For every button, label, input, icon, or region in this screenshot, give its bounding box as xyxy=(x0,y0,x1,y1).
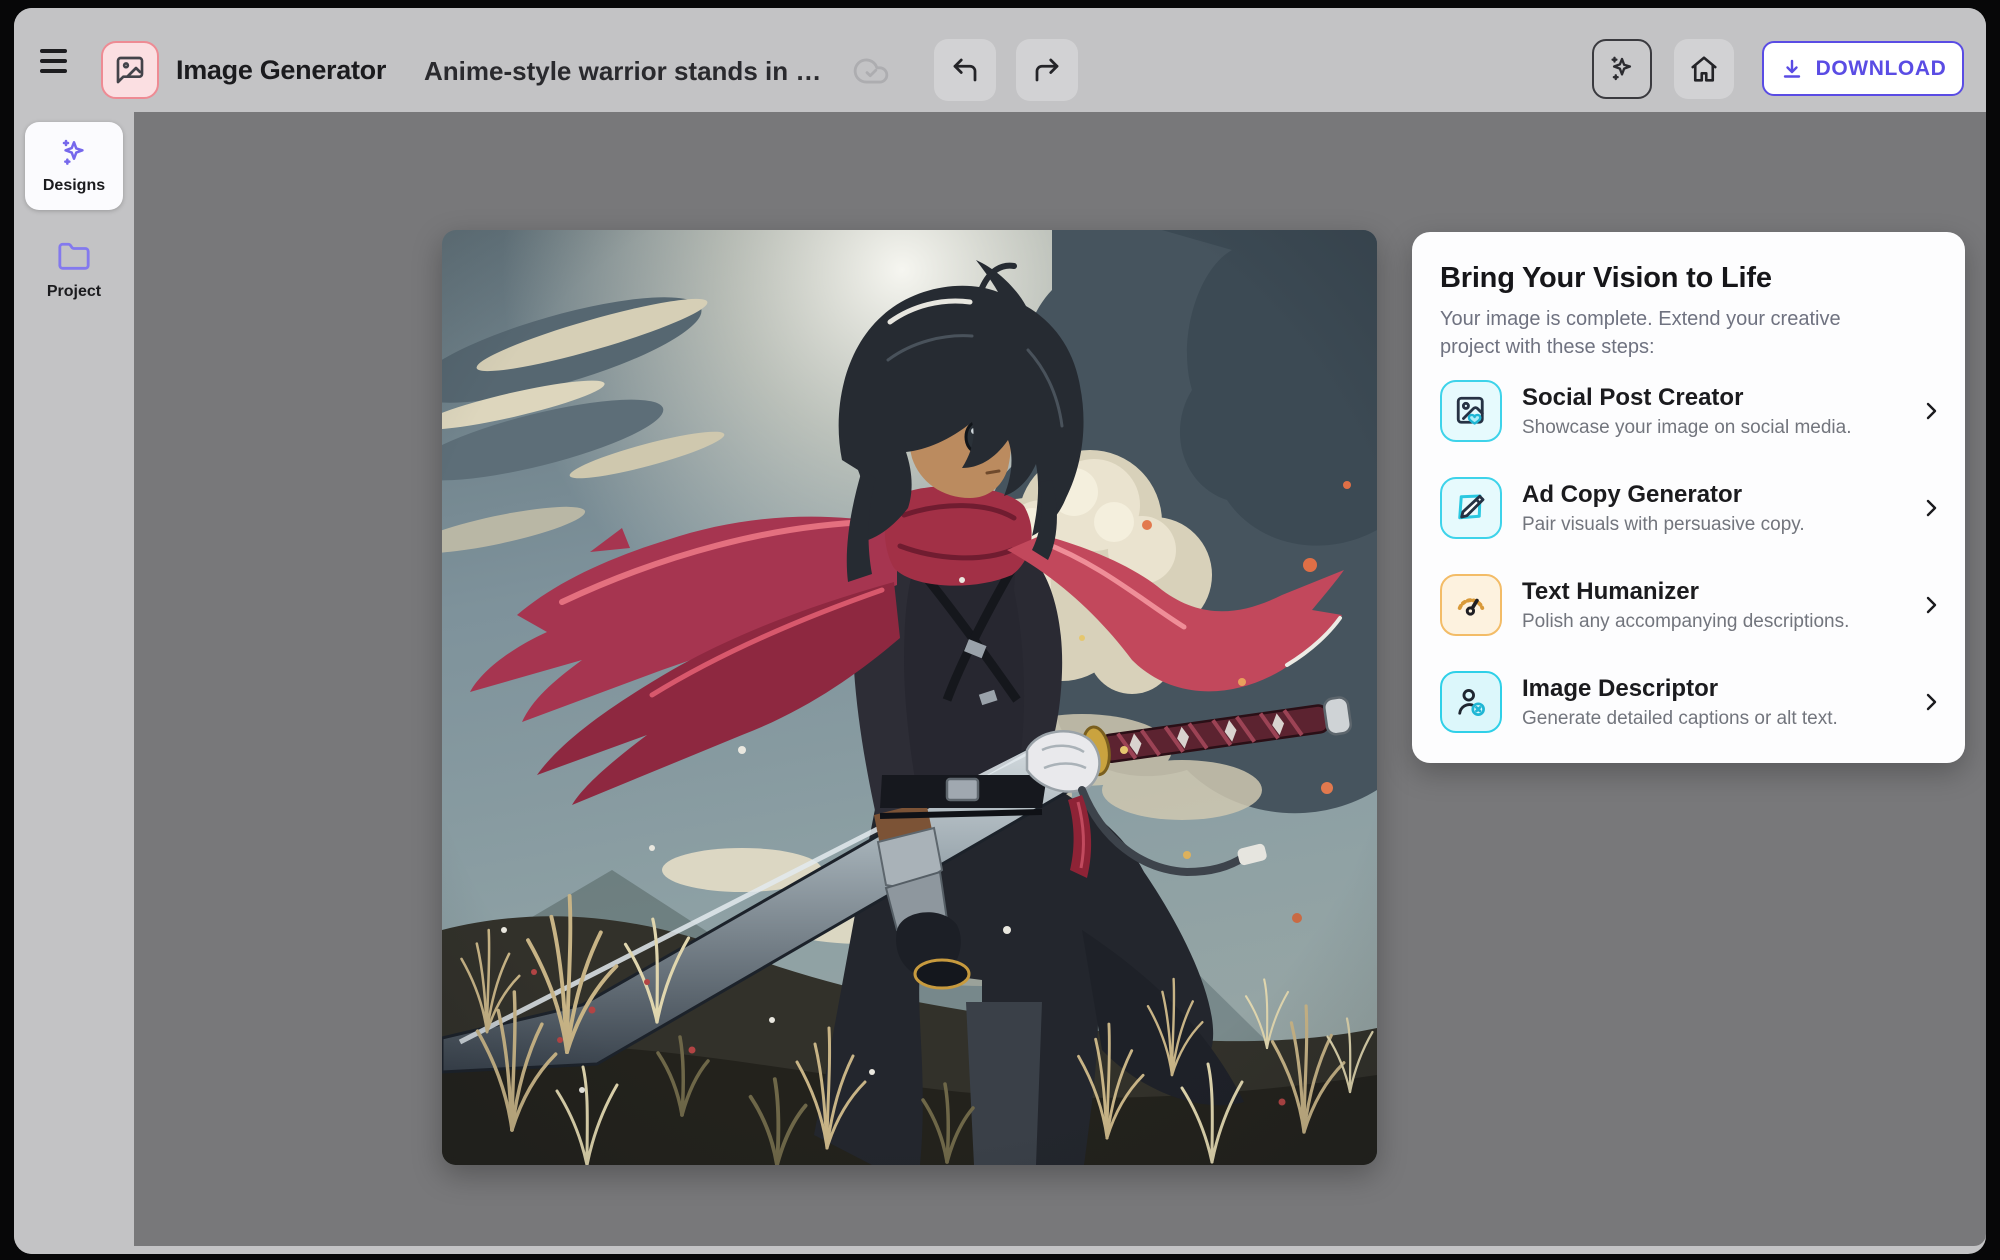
undo-icon xyxy=(950,55,980,85)
chevron-right-icon xyxy=(1919,399,1943,423)
panel-subtitle: Your image is complete. Extend your crea… xyxy=(1440,305,1900,361)
folder-icon xyxy=(57,240,91,274)
panel-item-title: Social Post Creator xyxy=(1522,384,1911,412)
panel-list: Social Post Creator Showcase your image … xyxy=(1440,380,1943,768)
screen: Image Generator Anime-style warrior stan… xyxy=(0,0,2000,1260)
app-logo[interactable] xyxy=(101,41,159,99)
next-steps-panel: Bring Your Vision to Life Your image is … xyxy=(1412,232,1965,763)
topbar: Image Generator Anime-style warrior stan… xyxy=(14,8,1986,112)
sidebar-item-project[interactable]: Project xyxy=(14,240,134,301)
chevron-right-icon xyxy=(1919,593,1943,617)
menu-icon xyxy=(40,49,67,53)
redo-icon xyxy=(1032,55,1062,85)
generated-image[interactable] xyxy=(442,230,1377,1165)
page-title: Image Generator xyxy=(176,55,386,86)
sidebar-item-label: Project xyxy=(14,283,134,301)
undo-button[interactable] xyxy=(934,39,996,101)
sidebar-item-designs[interactable]: Designs xyxy=(25,122,123,210)
home-icon xyxy=(1689,54,1719,84)
panel-item-description: Generate detailed captions or alt text. xyxy=(1522,708,1911,730)
redo-button[interactable] xyxy=(1016,39,1078,101)
gauge-icon xyxy=(1440,574,1502,636)
chevron-right-icon xyxy=(1919,496,1943,520)
image-heart-icon xyxy=(1440,380,1502,442)
app-window: Image Generator Anime-style warrior stan… xyxy=(14,8,1986,1254)
sidebar: Designs Project xyxy=(14,112,134,1254)
download-button[interactable]: DOWNLOAD xyxy=(1762,41,1964,96)
panel-item-text-humanizer[interactable]: Text Humanizer Polish any accompanying d… xyxy=(1440,574,1943,636)
sidebar-item-label: Designs xyxy=(43,177,105,195)
download-icon xyxy=(1780,57,1804,81)
panel-title: Bring Your Vision to Life xyxy=(1440,262,1939,295)
panel-item-description: Polish any accompanying descriptions. xyxy=(1522,611,1911,633)
ai-tools-button[interactable] xyxy=(1592,39,1652,99)
editor-canvas: Bring Your Vision to Life Your image is … xyxy=(134,112,1986,1246)
panel-item-ad-copy-generator[interactable]: Ad Copy Generator Pair visuals with pers… xyxy=(1440,477,1943,539)
message-image-icon xyxy=(114,54,146,86)
panel-item-description: Pair visuals with persuasive copy. xyxy=(1522,514,1911,536)
cloud-check-icon xyxy=(852,52,890,90)
panel-item-title: Image Descriptor xyxy=(1522,675,1911,703)
panel-item-title: Text Humanizer xyxy=(1522,578,1911,606)
panel-item-description: Showcase your image on social media. xyxy=(1522,417,1911,439)
pencil-square-icon xyxy=(1440,477,1502,539)
user-badge-icon xyxy=(1440,671,1502,733)
home-button[interactable] xyxy=(1674,39,1734,99)
sparkles-icon xyxy=(58,137,90,169)
prompt-title[interactable]: Anime-style warrior stands in a... xyxy=(424,56,824,87)
chevron-right-icon xyxy=(1919,690,1943,714)
anime-warrior-artwork xyxy=(442,230,1377,1165)
panel-item-image-descriptor[interactable]: Image Descriptor Generate detailed capti… xyxy=(1440,671,1943,733)
menu-button[interactable] xyxy=(40,44,80,78)
sparkles-icon xyxy=(1607,54,1637,84)
download-label: DOWNLOAD xyxy=(1816,57,1947,81)
panel-item-title: Ad Copy Generator xyxy=(1522,481,1911,509)
panel-item-social-post-creator[interactable]: Social Post Creator Showcase your image … xyxy=(1440,380,1943,442)
